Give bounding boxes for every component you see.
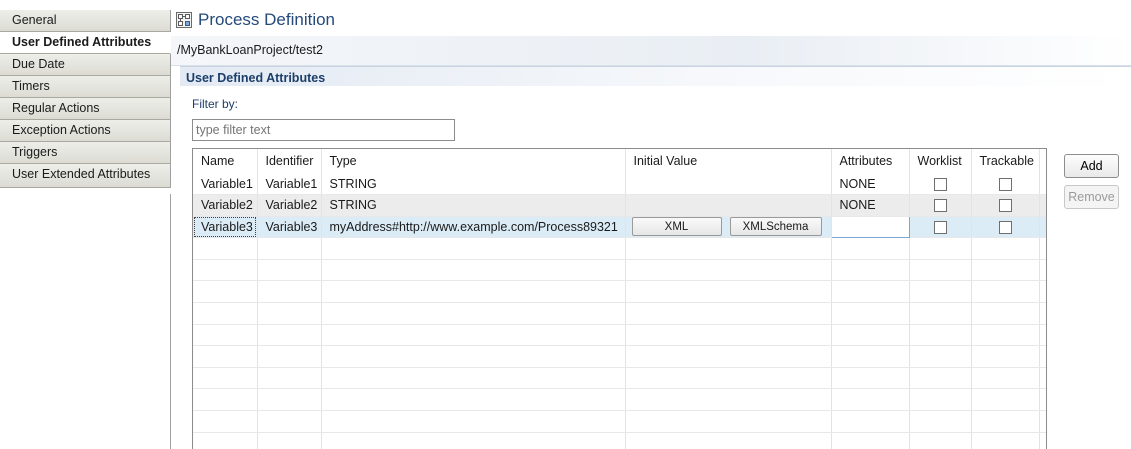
attributes-table: Name Identifier Type Initial Value Attri… [192, 148, 1047, 449]
cell-filler [1039, 216, 1046, 239]
tab-general[interactable]: General [0, 10, 171, 32]
empty-row [193, 324, 1046, 347]
path-bar: /MyBankLoanProject/test2 [171, 36, 1131, 66]
cell-initial-value: XML XMLSchema [625, 216, 832, 239]
column-header-filler [1039, 149, 1046, 173]
table-row-selected[interactable]: Variable3 Variable3 myAddress#http://www… [193, 215, 1046, 239]
empty-row [193, 259, 1046, 282]
worklist-checkbox[interactable] [933, 221, 947, 235]
empty-row [193, 237, 1046, 260]
cell-filler [1039, 173, 1046, 196]
tab-regular-actions[interactable]: Regular Actions [0, 98, 171, 120]
filter-label: Filter by: [192, 97, 239, 111]
empty-row [193, 410, 1046, 433]
cell-initial-value[interactable] [625, 194, 832, 217]
process-definition-icon [176, 12, 192, 28]
trackable-checkbox[interactable] [998, 221, 1012, 235]
cell-worklist [909, 173, 972, 196]
tab-user-defined-attributes[interactable]: User Defined Attributes [0, 32, 171, 54]
cell-trackable [971, 173, 1040, 196]
worklist-checkbox[interactable] [933, 199, 947, 213]
trackable-checkbox[interactable] [998, 177, 1012, 191]
table-row[interactable]: Variable1 Variable1 STRING NONE [193, 173, 1046, 196]
tab-exception-actions[interactable]: Exception Actions [0, 120, 171, 142]
remove-button: Remove [1064, 185, 1119, 209]
resource-path: /MyBankLoanProject/test2 [177, 43, 323, 57]
table-header-row: Name Identifier Type Initial Value Attri… [193, 149, 1046, 173]
cell-initial-value[interactable] [625, 173, 832, 196]
table-row[interactable]: Variable2 Variable2 STRING NONE [193, 194, 1046, 217]
cell-type[interactable]: STRING [321, 194, 626, 217]
column-header-initial-value[interactable]: Initial Value [625, 149, 832, 173]
page-header: Process Definition [176, 8, 335, 32]
tab-panel: General User Defined Attributes Due Date… [0, 0, 171, 449]
cell-attributes-editor[interactable] [830, 215, 910, 239]
cell-identifier[interactable]: Variable3 [257, 216, 322, 239]
cell-attributes[interactable]: NONE [831, 173, 910, 196]
cell-worklist [909, 194, 972, 217]
cell-name[interactable]: Variable2 [193, 194, 258, 217]
empty-row [193, 280, 1046, 304]
tab-panel-border [170, 194, 171, 449]
page-title: Process Definition [198, 10, 336, 29]
section-title: User Defined Attributes [186, 71, 326, 85]
empty-row [193, 367, 1046, 390]
initial-value-editor: XML XMLSchema [626, 217, 831, 237]
cell-identifier[interactable]: Variable2 [257, 194, 322, 217]
empty-row [193, 345, 1046, 368]
empty-row [193, 432, 1046, 449]
trackable-checkbox[interactable] [998, 199, 1012, 213]
tab-panel-top-gap [0, 0, 171, 10]
section-header: User Defined Attributes [180, 66, 1131, 86]
column-header-attributes[interactable]: Attributes [831, 149, 910, 173]
column-header-name[interactable]: Name [193, 149, 258, 173]
cell-worklist [909, 216, 972, 239]
cell-attributes[interactable]: NONE [831, 194, 910, 217]
cell-trackable [971, 216, 1040, 239]
cell-trackable [971, 194, 1040, 217]
cell-name[interactable]: Variable1 [193, 173, 258, 196]
column-header-type[interactable]: Type [321, 149, 626, 173]
add-button[interactable]: Add [1064, 154, 1119, 178]
filter-input[interactable] [192, 119, 455, 141]
worklist-checkbox[interactable] [933, 177, 947, 191]
xml-button[interactable]: XML [631, 217, 722, 237]
tab-due-date[interactable]: Due Date [0, 54, 171, 76]
cell-type[interactable]: STRING [321, 173, 626, 196]
tab-user-extended-attributes[interactable]: User Extended Attributes [0, 164, 171, 188]
column-header-identifier[interactable]: Identifier [257, 149, 322, 173]
cell-name[interactable]: Variable3 [193, 216, 258, 239]
cell-type[interactable]: myAddress#http://www.example.com/Process… [321, 216, 626, 239]
tab-timers[interactable]: Timers [0, 76, 171, 98]
column-header-worklist[interactable]: Worklist [909, 149, 972, 173]
cell-filler [1039, 194, 1046, 217]
cell-identifier[interactable]: Variable1 [257, 173, 322, 196]
xmlschema-button[interactable]: XMLSchema [729, 217, 822, 237]
empty-row [193, 388, 1046, 412]
tab-triggers[interactable]: Triggers [0, 142, 171, 164]
empty-row [193, 302, 1046, 325]
column-header-trackable[interactable]: Trackable [971, 149, 1040, 173]
